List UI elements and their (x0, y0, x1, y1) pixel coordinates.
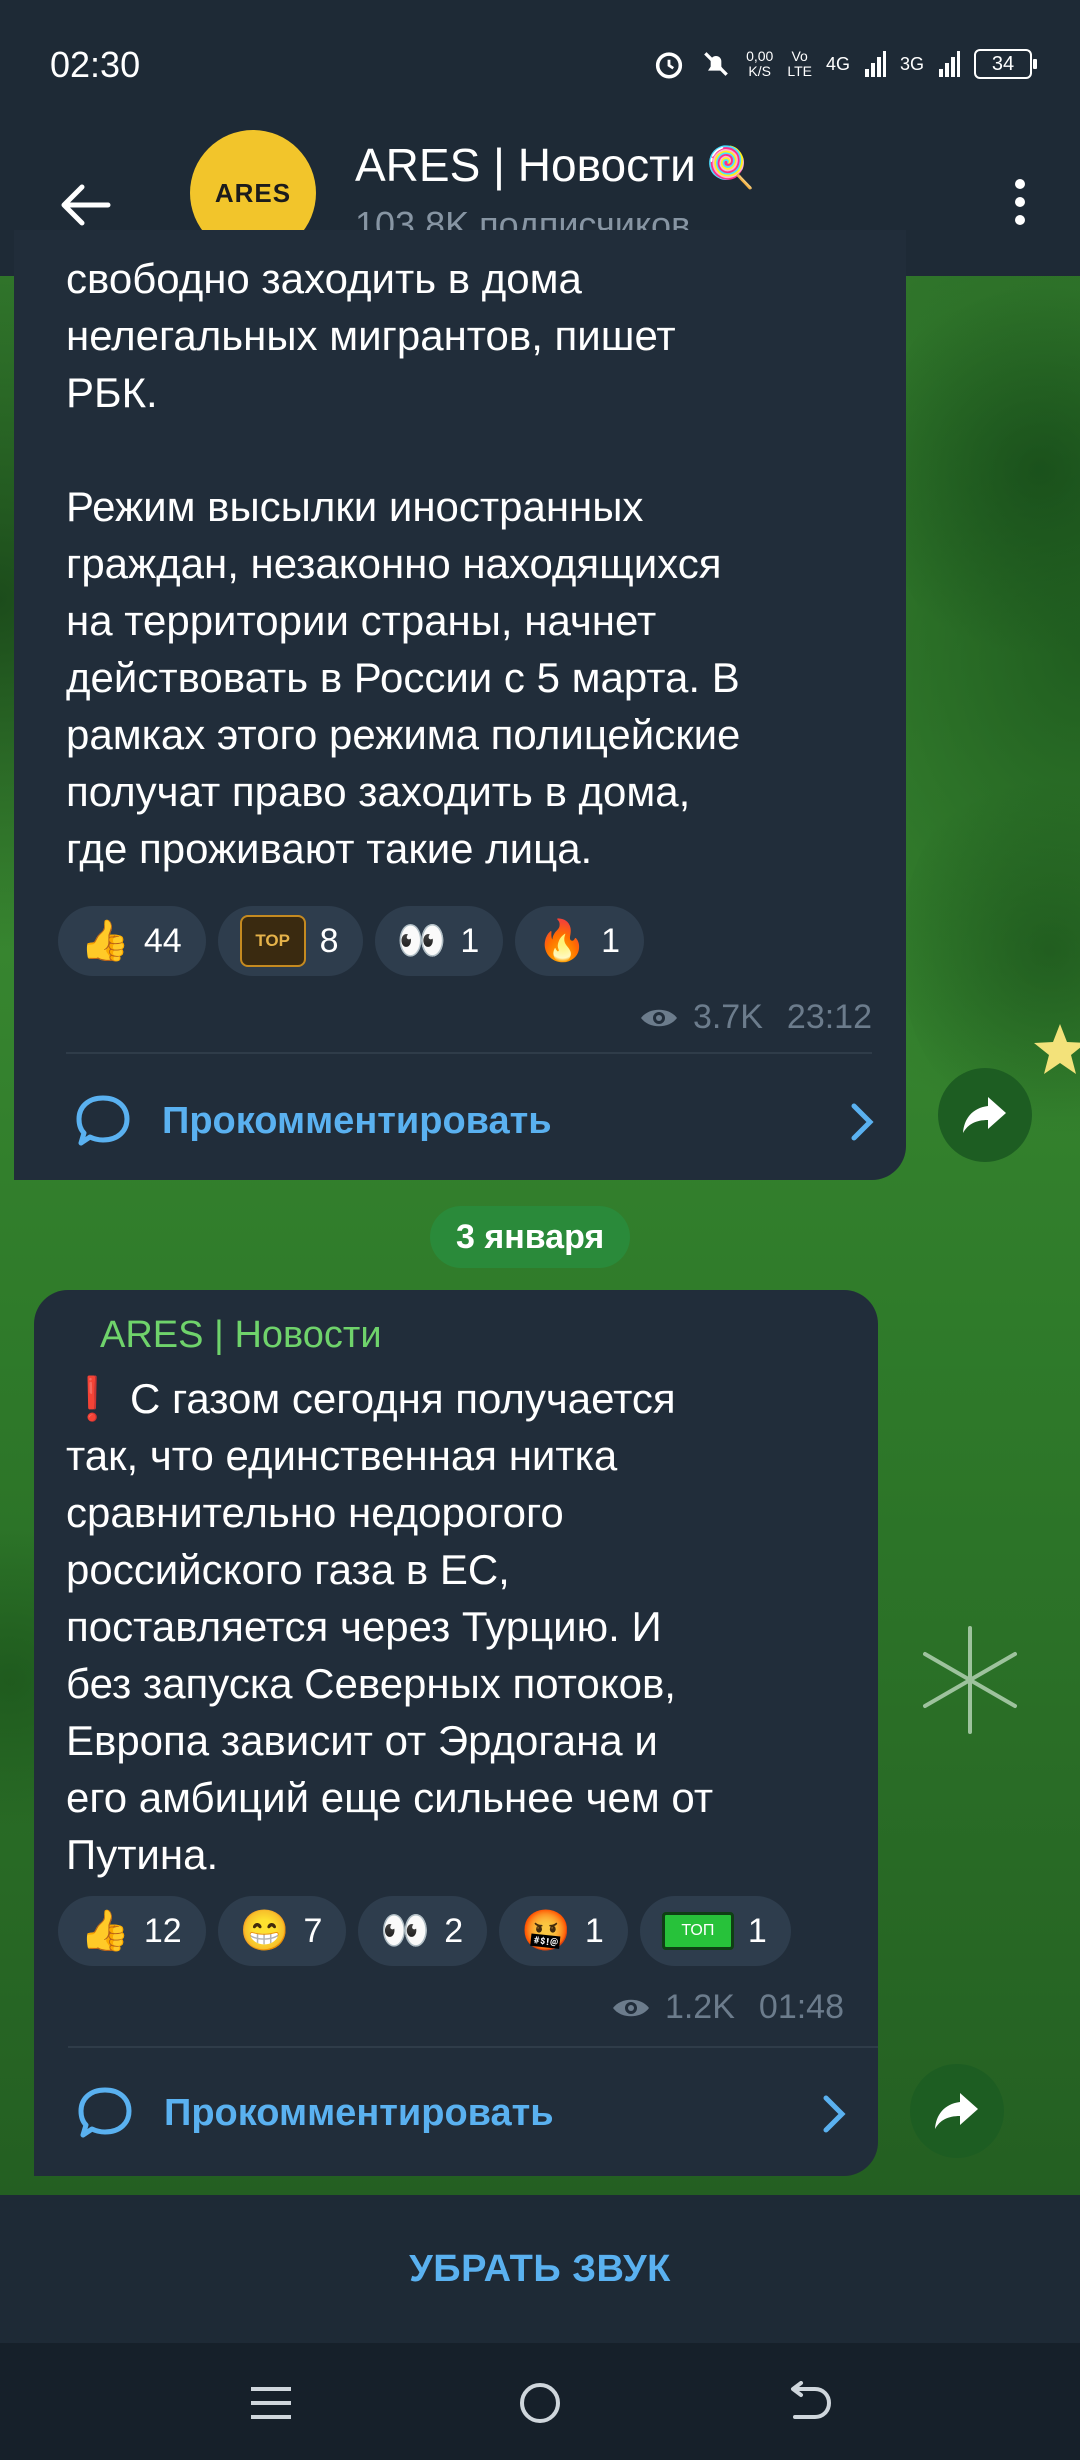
share-button-2[interactable] (910, 2064, 1004, 2158)
message-time: 01:48 (758, 1988, 844, 2026)
status-bar: 02:30 0,00 K/S Vo LTE 4G 3G 34 (0, 0, 1080, 130)
comment-button[interactable]: Прокомментировать (74, 1086, 876, 1156)
back-icon (791, 2381, 832, 2419)
reaction-eyes[interactable]: 👀 1 (374, 906, 504, 976)
comment-button[interactable]: Прокомментировать (76, 2078, 848, 2148)
alarm-icon (655, 52, 683, 79)
reaction-grin[interactable]: 😁 7 (217, 1896, 347, 1966)
network-3g: 3G (899, 53, 924, 74)
reactions-row: 👍 12 😁 7 👀 2 🤬 1 ТОП 1 (58, 1896, 791, 1966)
comment-bubble-icon (76, 1095, 130, 1146)
comment-bubble-icon (78, 2087, 132, 2138)
reaction-fire[interactable]: 🔥 1 (515, 906, 645, 976)
reaction-top-green[interactable]: ТОП 1 (639, 1896, 791, 1966)
back-arrow-icon (61, 184, 111, 226)
more-vert-icon (1015, 179, 1025, 189)
share-arrow-icon (935, 2093, 978, 2129)
signal-icon (864, 51, 886, 77)
share-arrow-icon (963, 1097, 1006, 1133)
clock: 02:30 (50, 44, 141, 85)
message-text: свободно заходить в дома нелегальных миг… (66, 255, 741, 872)
system-nav-bar (0, 2343, 1080, 2460)
status-icons: 0,00 K/S Vo LTE 4G 3G 34 (652, 44, 1037, 84)
unmute-bar[interactable]: УБРАТЬ ЗВУК (0, 2195, 1080, 2343)
home-icon (520, 2383, 560, 2423)
more-menu-button[interactable] (990, 162, 1050, 242)
reaction-top-badge[interactable]: TOP 8 (217, 906, 363, 976)
date-separator: 3 января (430, 1206, 631, 1268)
snowflake-decoration (923, 1626, 1017, 1734)
message-bubble-1: свободно заходить в дома нелегальных миг… (14, 230, 906, 1180)
chevron-right-icon (851, 1103, 874, 1141)
message-text: ❗ С газом сегодня получается так, что ед… (66, 1375, 714, 1878)
signal-icon-2 (939, 51, 960, 77)
share-button-1[interactable] (938, 1068, 1032, 1162)
message-bubble-2: ARES | Новости ❗ С газом сегодня получае… (34, 1290, 878, 2176)
message-time: 23:12 (786, 998, 872, 1036)
message-meta: 1.2K 01:48 (611, 1988, 844, 2027)
candy-cane-emoji: 🍭 (705, 146, 756, 190)
reaction-thumbs-up[interactable]: 👍 44 (58, 906, 206, 976)
divider (68, 2046, 878, 2048)
recents-button[interactable] (236, 2373, 306, 2433)
views-count: 3.7K (692, 998, 763, 1036)
reactions-row: 👍 44 TOP 8 👀 1 🔥 1 (58, 906, 645, 976)
star-decoration (1034, 1024, 1080, 1074)
views-eye-icon (612, 1999, 649, 2016)
channel-title[interactable]: ARES | Новости 🍭 (355, 138, 756, 192)
chevron-right-icon (823, 2095, 846, 2133)
nav-back-button[interactable] (775, 2373, 845, 2433)
views-eye-icon (640, 1009, 677, 1026)
home-button[interactable] (505, 2373, 575, 2433)
reaction-cursing[interactable]: 🤬 1 (499, 1896, 628, 1966)
message-meta: 3.7K 23:12 (639, 998, 872, 1037)
reaction-thumbs-up[interactable]: 👍 12 (58, 1896, 206, 1966)
network-4g: 4G (825, 53, 850, 74)
divider (66, 1052, 872, 1054)
unmute-button[interactable]: УБРАТЬ ЗВУК (409, 2248, 671, 2291)
battery-indicator: 34 (974, 49, 1037, 79)
mute-bell-icon (704, 52, 728, 76)
views-count: 1.2K (664, 1988, 735, 2026)
recents-icon (251, 2387, 291, 2419)
reaction-eyes[interactable]: 👀 2 (358, 1896, 488, 1966)
sender-name[interactable]: ARES | Новости (100, 1314, 382, 1357)
